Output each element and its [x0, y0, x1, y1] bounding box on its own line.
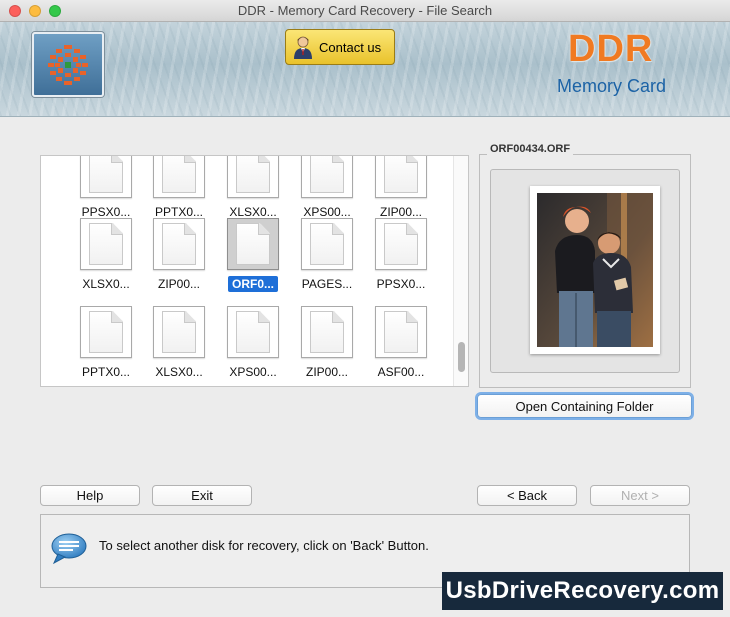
window-controls [9, 5, 61, 17]
file-item[interactable]: PPTX0... [147, 156, 211, 221]
document-icon [384, 156, 418, 193]
file-thumbnail[interactable] [153, 156, 205, 198]
brand-title: DDR [568, 28, 654, 70]
document-icon [384, 223, 418, 265]
file-thumbnail[interactable] [301, 306, 353, 358]
file-grid-scrollbar[interactable] [453, 156, 468, 386]
file-thumbnail[interactable] [80, 218, 132, 270]
document-icon [162, 311, 196, 353]
preview-image [530, 186, 660, 354]
file-name: ASF00... [377, 365, 425, 379]
preview-area [490, 169, 680, 373]
file-item[interactable]: XPS00... [221, 306, 285, 381]
file-item[interactable]: XLSX0... [147, 306, 211, 381]
close-window-button[interactable] [9, 5, 21, 17]
brand-subtitle: Memory Card [557, 76, 667, 96]
watermark-banner: UsbDriveRecovery.com [442, 572, 723, 610]
file-name: ZIP00... [157, 277, 201, 291]
next-label: Next > [621, 488, 659, 503]
file-name: XLSX0... [155, 365, 203, 379]
file-thumbnail[interactable] [153, 218, 205, 270]
open-containing-folder-button[interactable]: Open Containing Folder [477, 394, 692, 418]
file-name: XLSX0... [82, 277, 130, 291]
file-item[interactable]: XPS00... [295, 156, 359, 221]
file-thumbnail[interactable] [227, 218, 279, 270]
app-logo-icon [48, 44, 88, 85]
zoom-window-button[interactable] [49, 5, 61, 17]
document-icon [89, 311, 123, 353]
back-label: < Back [506, 488, 548, 503]
preview-panel [479, 154, 691, 388]
support-person-icon [294, 36, 312, 59]
document-icon [310, 311, 344, 353]
status-message: To select another disk for recovery, cli… [99, 538, 429, 553]
file-item[interactable]: ASF00... [369, 306, 433, 381]
open-containing-folder-label: Open Containing Folder [515, 398, 654, 414]
document-icon [89, 156, 123, 193]
help-button[interactable]: Help [40, 485, 140, 506]
document-icon [310, 223, 344, 265]
file-name: PAGES... [301, 277, 353, 291]
file-item[interactable]: PPSX0... [369, 218, 433, 293]
file-name: ORF0... [227, 276, 278, 292]
window-title: DDR - Memory Card Recovery - File Search [237, 3, 493, 18]
document-icon [384, 311, 418, 353]
title-bar: DDR - Memory Card Recovery - File Search [0, 0, 730, 22]
file-item[interactable]: ZIP00... [369, 156, 433, 221]
file-thumbnail[interactable] [375, 306, 427, 358]
back-button[interactable]: < Back [477, 485, 577, 506]
file-item[interactable]: PPTX0... [74, 306, 138, 381]
file-thumbnail[interactable] [227, 306, 279, 358]
file-grid-scroll-thumb[interactable] [458, 342, 465, 372]
preview-title: ORF00434.ORF [487, 143, 574, 155]
file-thumbnail[interactable] [227, 156, 279, 198]
document-icon [310, 156, 344, 193]
app-logo [32, 32, 104, 97]
document-icon [236, 311, 270, 353]
file-thumbnail[interactable] [375, 218, 427, 270]
file-name: PPSX0... [376, 277, 426, 291]
file-item[interactable]: ORF0... [221, 218, 285, 293]
file-thumbnail[interactable] [301, 156, 353, 198]
minimize-window-button[interactable] [29, 5, 41, 17]
header-banner: Contact us DDR Memory Card [0, 22, 730, 117]
contact-us-label: Contact us [319, 39, 382, 55]
file-item[interactable]: PPSX0... [74, 156, 138, 221]
file-item[interactable]: ZIP00... [147, 218, 211, 293]
file-thumbnail[interactable] [80, 306, 132, 358]
document-icon [236, 156, 270, 193]
file-thumbnail[interactable] [153, 306, 205, 358]
file-thumbnail[interactable] [80, 156, 132, 198]
file-thumbnail[interactable] [375, 156, 427, 198]
next-button[interactable]: Next > [590, 485, 690, 506]
file-item[interactable]: XLSX0... [74, 218, 138, 293]
file-item[interactable]: PAGES... [295, 218, 359, 293]
help-label: Help [76, 488, 104, 503]
photo-thumbnail [537, 193, 653, 347]
file-name: XPS00... [229, 365, 277, 379]
exit-label: Exit [191, 488, 213, 503]
file-grid: PPSX0... PPTX0... XLSX0... XPS00... ZIP00...… [40, 155, 469, 387]
document-icon [162, 223, 196, 265]
file-name: ZIP00... [305, 365, 349, 379]
document-icon [236, 223, 270, 265]
document-icon [162, 156, 196, 193]
file-thumbnail[interactable] [301, 218, 353, 270]
exit-button[interactable]: Exit [152, 485, 252, 506]
file-item[interactable]: XLSX0... [221, 156, 285, 221]
document-icon [89, 223, 123, 265]
contact-us-button[interactable]: Contact us [285, 29, 395, 65]
file-item[interactable]: ZIP00... [295, 306, 359, 381]
file-name: PPTX0... [81, 365, 131, 379]
speech-bubble-icon [50, 532, 88, 569]
